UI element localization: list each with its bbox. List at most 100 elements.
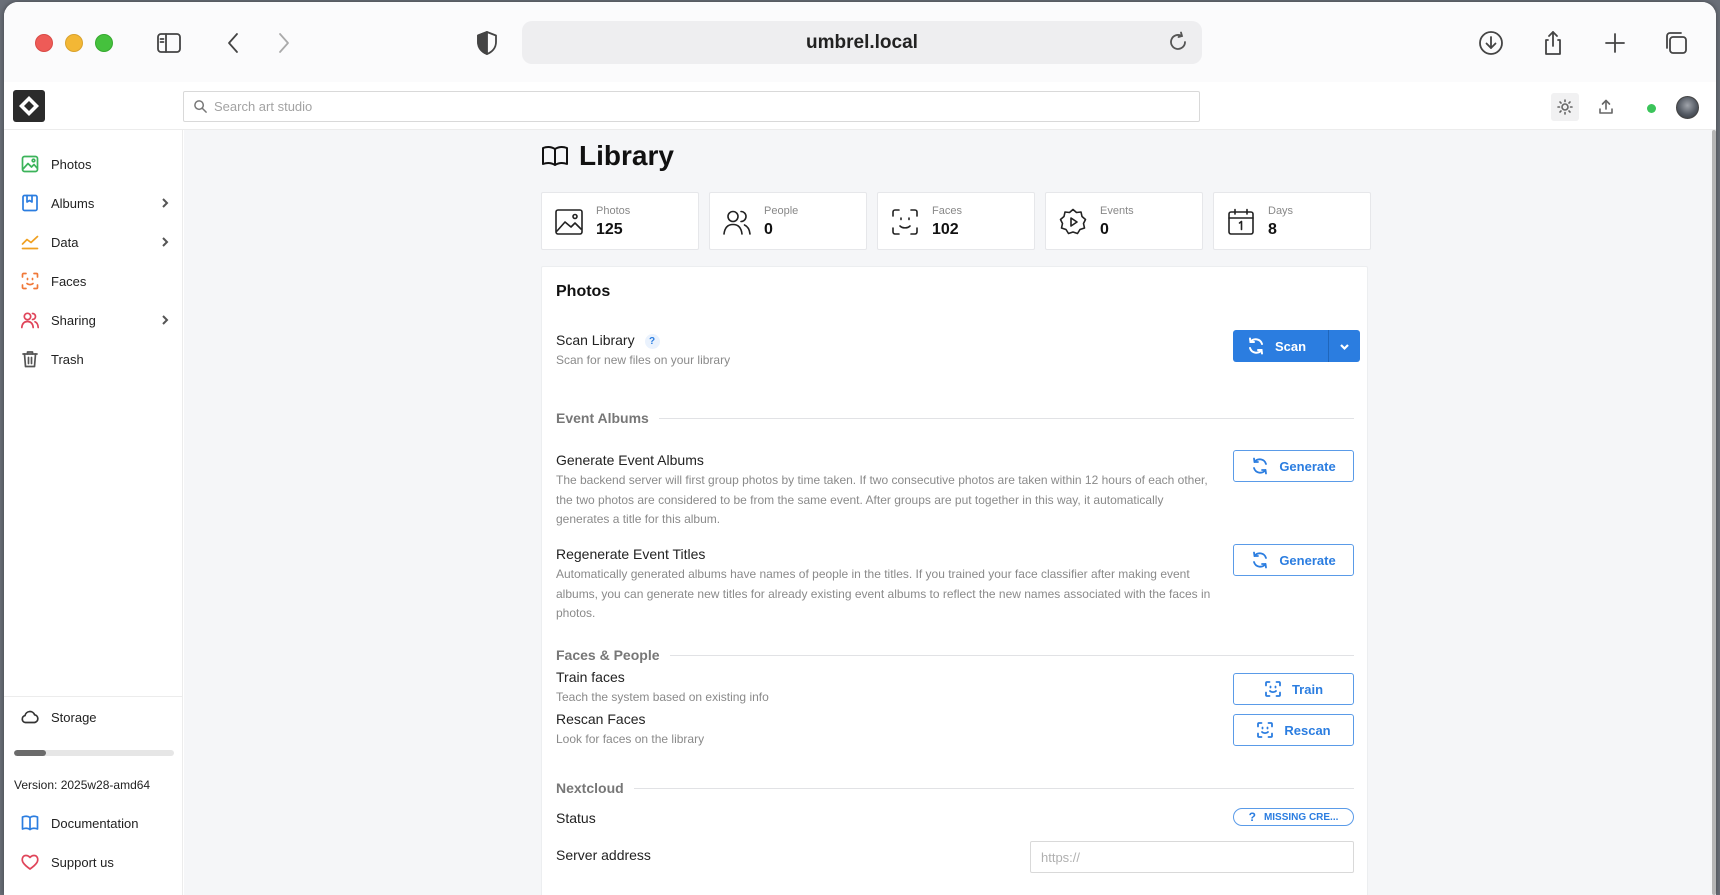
face-scan-icon xyxy=(1265,681,1281,697)
regenerate-event-titles-title: Regenerate Event Titles xyxy=(556,546,706,562)
generate-event-albums-desc: The backend server will first group phot… xyxy=(556,473,1208,526)
upload-button[interactable] xyxy=(1592,93,1620,121)
section-nextcloud: Nextcloud xyxy=(556,780,1354,796)
stat-label: People xyxy=(764,205,799,217)
reload-icon[interactable] xyxy=(1166,30,1190,54)
sidebar-item-label: Data xyxy=(51,234,79,250)
face-scan-icon xyxy=(19,270,41,292)
sidebar-item-label: Faces xyxy=(51,273,87,289)
stat-events: Events 0 xyxy=(1045,192,1203,250)
sidebar-toggle-icon[interactable] xyxy=(152,26,186,60)
url-text: umbrel.local xyxy=(806,31,918,53)
avatar[interactable] xyxy=(1676,96,1699,119)
question-icon: ? xyxy=(1248,810,1256,824)
scan-library-row: Scan Library? xyxy=(556,332,660,349)
rescan-faces-desc: Look for faces on the library xyxy=(556,732,705,746)
section-event-albums: Event Albums xyxy=(556,410,1354,426)
sidebar-item-label: Albums xyxy=(51,195,95,211)
tab-overview-icon[interactable] xyxy=(1659,26,1693,60)
theme-toggle-button[interactable] xyxy=(1551,93,1579,121)
scrollbar-thumb[interactable] xyxy=(1712,130,1716,895)
close-window-button[interactable] xyxy=(35,34,53,52)
nextcloud-status-title: Status xyxy=(556,810,596,826)
generate-button-label: Generate xyxy=(1279,458,1336,474)
new-tab-icon[interactable] xyxy=(1598,26,1632,60)
sidebar-item-data[interactable]: Data xyxy=(4,224,183,260)
nextcloud-status-badge[interactable]: ? MISSING CRE... xyxy=(1233,808,1354,826)
page-title: Library xyxy=(541,140,674,172)
train-faces-title: Train faces xyxy=(556,669,625,685)
train-faces-desc: Teach the system based on existing info xyxy=(556,690,769,704)
stat-value: 0 xyxy=(1100,221,1109,238)
generate-button-label: Generate xyxy=(1279,552,1336,568)
regenerate-event-titles-button[interactable]: Generate xyxy=(1233,544,1354,576)
album-icon xyxy=(19,192,41,214)
stat-value: 8 xyxy=(1268,221,1277,238)
search-input[interactable] xyxy=(214,99,1199,114)
search-icon xyxy=(194,100,207,113)
stat-value: 0 xyxy=(764,221,773,238)
rescan-button-label: Rescan xyxy=(1284,722,1331,738)
people-icon xyxy=(19,309,41,331)
sidebar-item-photos[interactable]: Photos xyxy=(4,146,183,182)
sun-icon xyxy=(1557,99,1573,115)
page-title-text: Library xyxy=(579,140,674,171)
generate-event-albums-title: Generate Event Albums xyxy=(556,452,704,468)
book-open-icon xyxy=(542,145,568,166)
chevron-right-icon xyxy=(159,197,171,209)
generate-event-albums-button[interactable]: Generate xyxy=(1233,450,1354,482)
scan-options-dropdown[interactable] xyxy=(1329,330,1360,362)
zoom-window-button[interactable] xyxy=(95,34,113,52)
back-icon[interactable] xyxy=(217,26,251,60)
support-link[interactable]: Support us xyxy=(4,844,183,880)
downloads-icon[interactable] xyxy=(1474,26,1508,60)
sidebar-item-storage[interactable]: Storage xyxy=(4,699,183,735)
sidebar-item-sharing[interactable]: Sharing xyxy=(4,302,183,338)
stat-value: 125 xyxy=(596,221,623,238)
upload-icon xyxy=(1599,99,1613,114)
event-badge-icon xyxy=(1058,207,1088,237)
section-title: Event Albums xyxy=(556,410,649,426)
sidebar-item-albums[interactable]: Albums xyxy=(4,185,183,221)
sidebar-item-label: Photos xyxy=(51,156,92,172)
stat-faces: Faces 102 xyxy=(877,192,1035,250)
chevron-down-icon xyxy=(1340,343,1349,350)
scan-library-title: Scan Library xyxy=(556,332,635,348)
cloud-icon xyxy=(19,706,41,728)
server-address-input[interactable] xyxy=(1030,841,1354,873)
share-icon[interactable] xyxy=(1536,26,1570,60)
documentation-link[interactable]: Documentation xyxy=(4,805,183,841)
heart-icon xyxy=(19,851,41,873)
sidebar-item-trash[interactable]: Trash xyxy=(4,341,183,377)
train-faces-button[interactable]: Train xyxy=(1233,673,1354,705)
server-address-title: Server address xyxy=(556,847,651,863)
trash-icon xyxy=(19,348,41,370)
minimize-window-button[interactable] xyxy=(65,34,83,52)
regenerate-event-titles-desc: Automatically generated albums have name… xyxy=(556,567,1211,620)
book-icon xyxy=(19,812,41,834)
sidebar-item-faces[interactable]: Faces xyxy=(4,263,183,299)
main-scrollbar[interactable] xyxy=(1712,130,1716,895)
section-title: Faces & People xyxy=(556,647,660,663)
address-bar[interactable]: umbrel.local xyxy=(522,21,1202,64)
sidebar-item-label: Trash xyxy=(51,351,84,367)
forward-icon[interactable] xyxy=(266,26,300,60)
privacy-shield-icon[interactable] xyxy=(470,26,504,60)
scan-button-label: Scan xyxy=(1275,338,1307,354)
face-scan-icon xyxy=(890,207,920,237)
search-box[interactable] xyxy=(183,91,1200,122)
photos-settings-card: Photos Scan Library? Scan for new files … xyxy=(541,266,1368,895)
section-faces-people: Faces & People xyxy=(556,647,1354,663)
storage-label: Storage xyxy=(51,709,97,725)
refresh-icon xyxy=(1253,457,1268,475)
stat-photos: Photos 125 xyxy=(541,192,699,250)
help-icon[interactable]: ? xyxy=(644,333,660,349)
scan-button[interactable]: Scan xyxy=(1233,330,1330,362)
rescan-faces-title: Rescan Faces xyxy=(556,711,646,727)
stat-value: 102 xyxy=(932,221,959,238)
rescan-faces-button[interactable]: Rescan xyxy=(1233,714,1354,746)
app-logo[interactable] xyxy=(13,90,45,122)
stat-label: Events xyxy=(1100,205,1134,217)
main-content: Library Photos 125 People 0 Faces 102 Ev… xyxy=(184,130,1716,895)
documentation-label: Documentation xyxy=(51,815,139,831)
